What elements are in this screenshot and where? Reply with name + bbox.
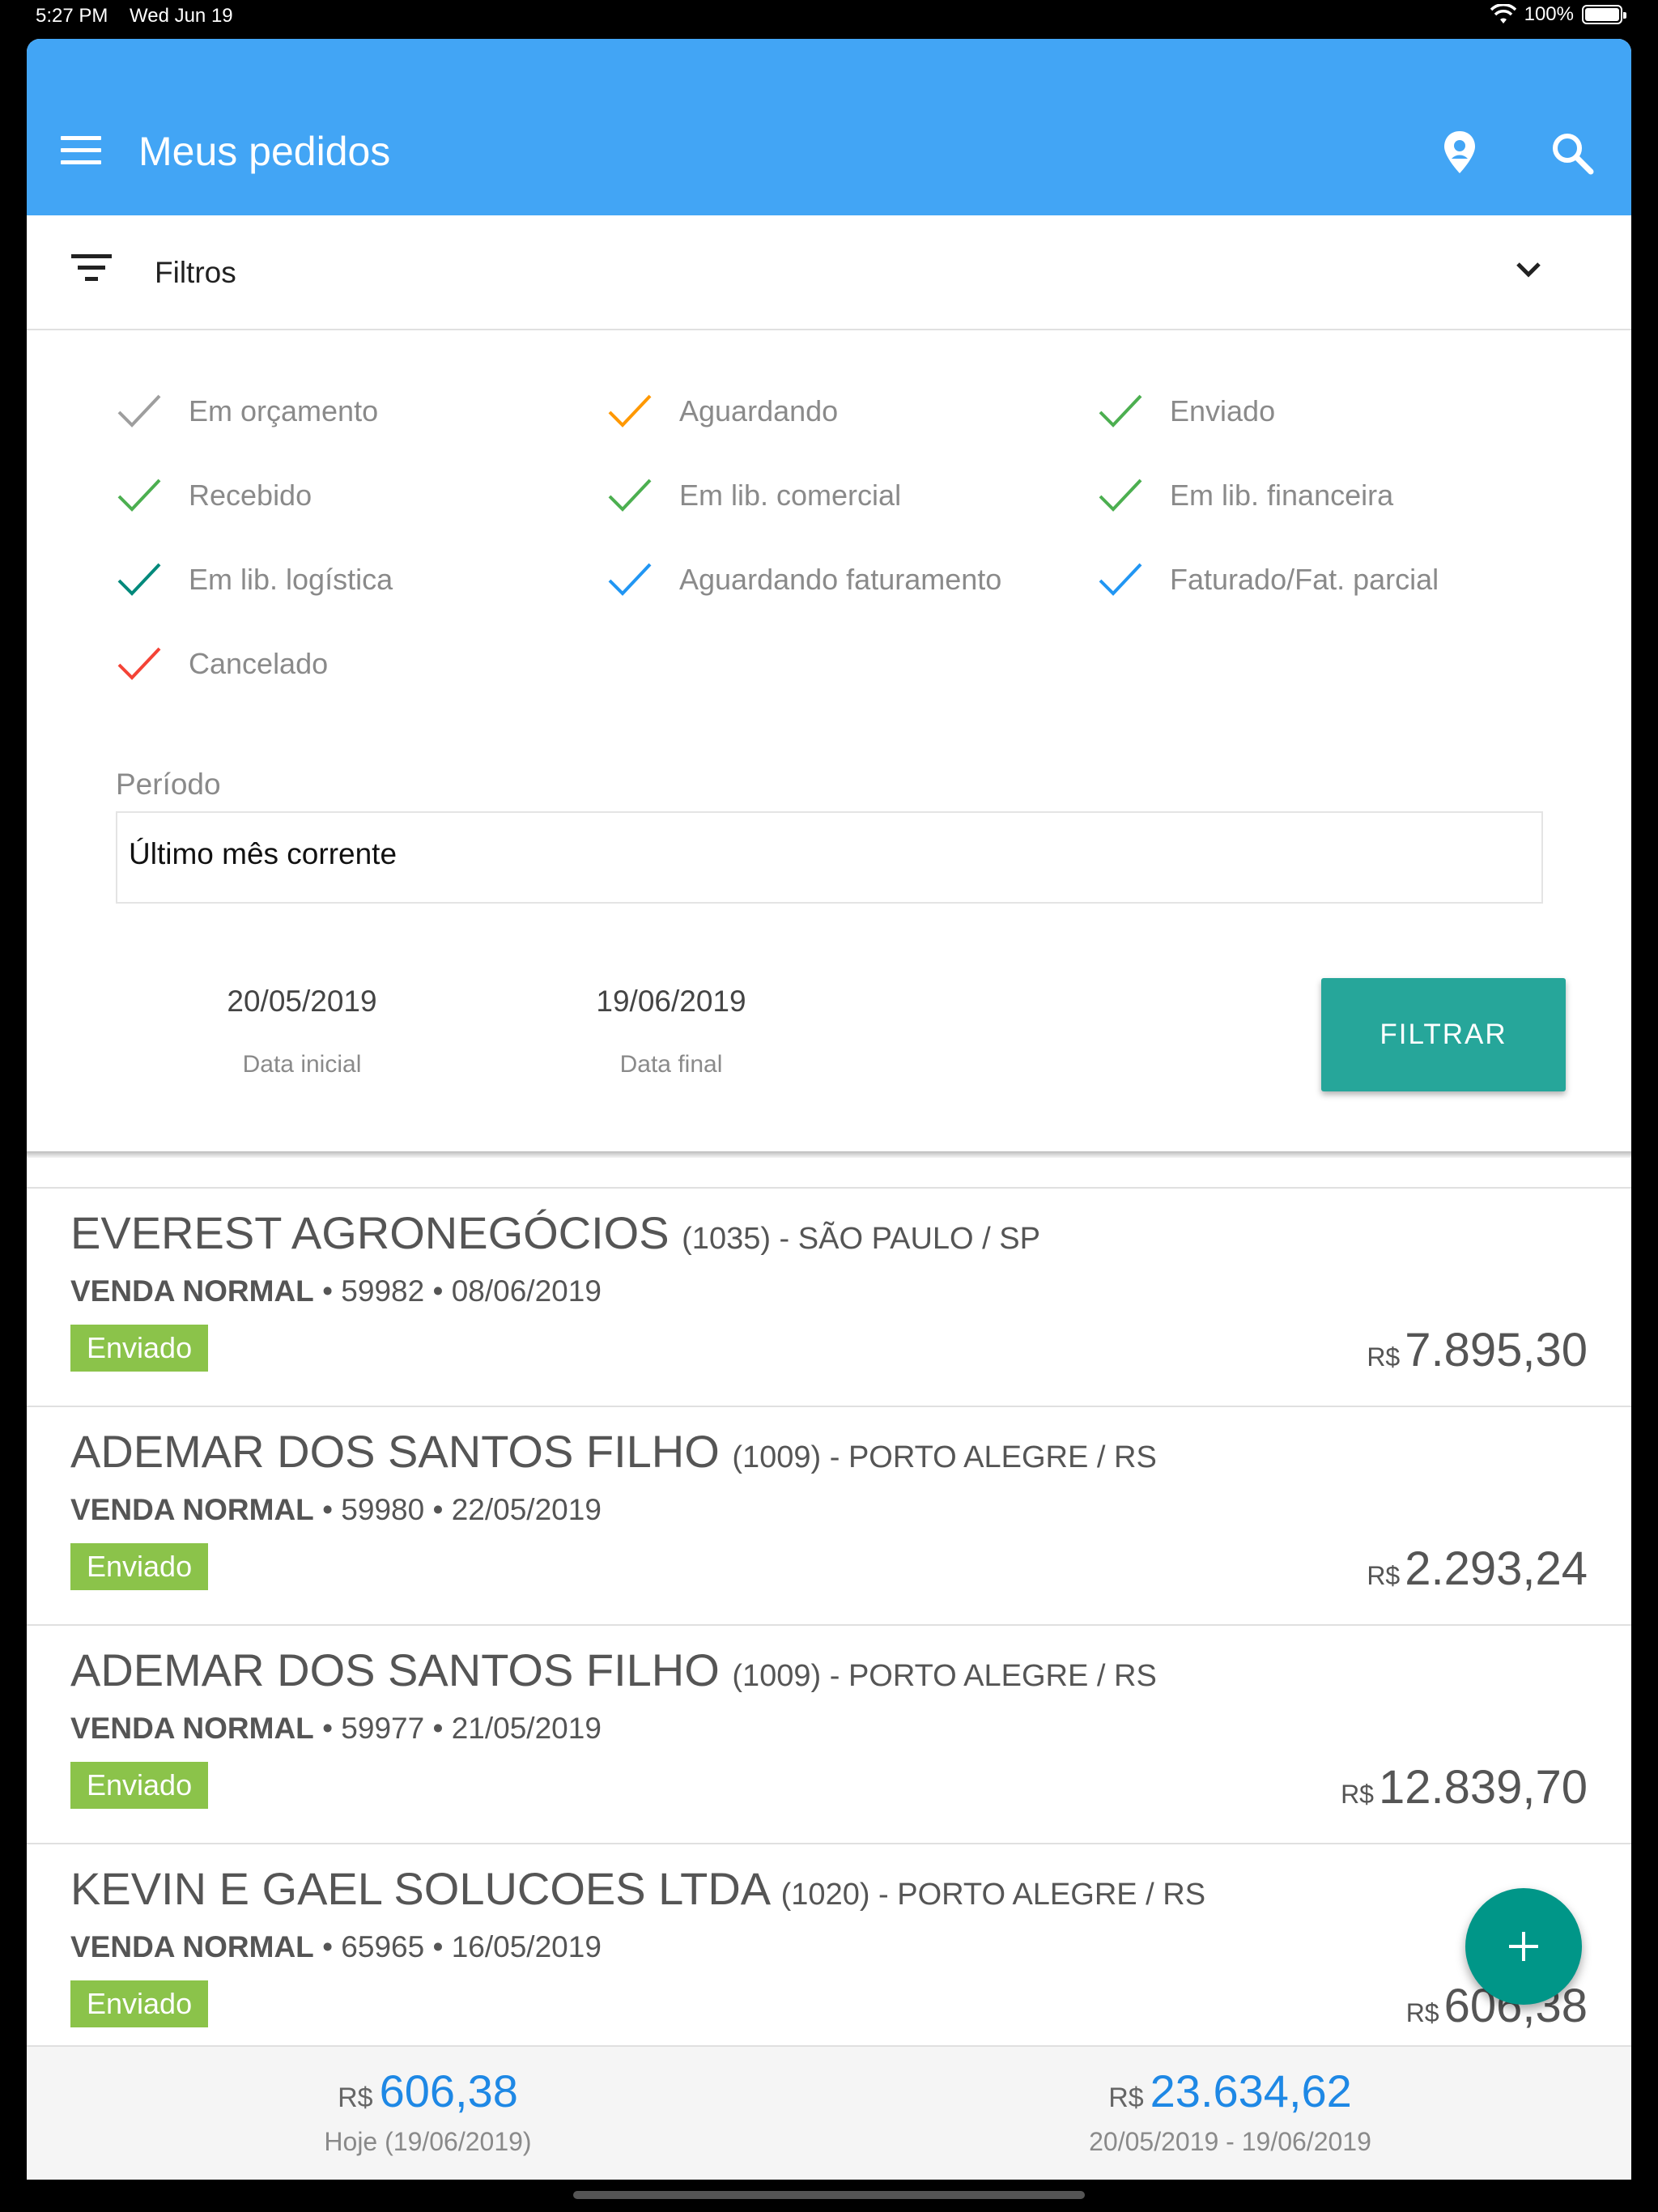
total-today-currency: R$ <box>338 2082 373 2113</box>
order-customer-extra: (1009) - PORTO ALEGRE / RS <box>732 1659 1157 1693</box>
status-filter-label: Enviado <box>1170 394 1276 428</box>
order-customer: ADEMAR DOS SANTOS FILHO (1009) - PORTO A… <box>70 1426 1157 1477</box>
total-today-caption: Hoje (19/06/2019) <box>324 2127 532 2156</box>
status-filter-label: Em orçamento <box>189 394 379 428</box>
start-date-field[interactable]: 20/05/2019 Data inicial <box>181 985 423 1078</box>
order-item[interactable]: KEVIN E GAEL SOLUCOES LTDA (1020) - PORT… <box>27 1843 1631 2061</box>
location-pin-icon[interactable] <box>1435 128 1484 177</box>
battery-icon <box>1582 5 1626 24</box>
filter-icon <box>71 254 112 287</box>
check-icon <box>1099 563 1142 596</box>
status-time: 5:27 PM <box>36 5 108 27</box>
check-icon <box>117 394 161 428</box>
order-amount: R$ 2.293,24 <box>1367 1542 1588 1595</box>
order-customer: EVEREST AGRONEGÓCIOS (1035) - SÃO PAULO … <box>70 1207 1040 1258</box>
status-filter-label: Recebido <box>189 479 312 512</box>
status-filter-item[interactable]: Em lib. financeira <box>1097 471 1393 520</box>
total-period-currency: R$ <box>1108 2082 1144 2113</box>
check-icon <box>117 479 161 512</box>
check-icon <box>117 563 161 596</box>
search-icon[interactable] <box>1549 130 1596 177</box>
battery-percent: 100% <box>1524 3 1574 25</box>
status-bar: 5:27 PM Wed Jun 19 100% <box>0 0 1658 37</box>
status-filter-label: Aguardando <box>679 394 839 428</box>
order-meta: VENDA NORMAL • 59980 • 22/05/2019 <box>70 1493 602 1526</box>
order-amount: R$ 12.839,70 <box>1341 1761 1588 1814</box>
app-bar: Meus pedidos <box>27 39 1631 215</box>
app-window: Meus pedidos Filtros Em orçamento Aguarda… <box>27 39 1631 2180</box>
check-icon <box>1099 394 1142 428</box>
order-customer: ADEMAR DOS SANTOS FILHO (1009) - PORTO A… <box>70 1644 1157 1695</box>
order-customer: KEVIN E GAEL SOLUCOES LTDA (1020) - PORT… <box>70 1863 1206 1914</box>
order-meta: VENDA NORMAL • 65965 • 16/05/2019 <box>70 1930 602 1963</box>
status-filter-label: Cancelado <box>189 647 329 680</box>
status-filter-label: Aguardando faturamento <box>679 563 1002 596</box>
check-icon <box>608 563 652 596</box>
filter-button[interactable]: FILTRAR <box>1321 978 1566 1091</box>
total-today: R$ 606,38 Hoje (19/06/2019) <box>27 2047 829 2157</box>
check-icon <box>117 647 161 680</box>
status-date: Wed Jun 19 <box>130 5 233 27</box>
check-icon <box>608 394 652 428</box>
status-filter-item[interactable]: Faturado/Fat. parcial <box>1097 555 1439 604</box>
order-amount: R$ 7.895,30 <box>1367 1324 1588 1376</box>
status-right: 100% <box>1490 3 1626 26</box>
status-filter-item[interactable]: Recebido <box>116 471 312 520</box>
end-date-field[interactable]: 19/06/2019 Data final <box>550 985 793 1078</box>
status-filter-item[interactable]: Aguardando <box>606 387 838 436</box>
totals-footer: R$ 606,38 Hoje (19/06/2019) R$ 23.634,62 2… <box>27 2045 1631 2180</box>
status-filter-label: Em lib. financeira <box>1170 479 1394 512</box>
total-period: R$ 23.634,62 20/05/2019 - 19/06/2019 <box>829 2047 1631 2157</box>
status-badge: Enviado <box>70 1543 209 1590</box>
end-date-caption: Data final <box>619 1051 723 1078</box>
status-filter-label: Em lib. logística <box>189 563 393 596</box>
status-filter-label: Faturado/Fat. parcial <box>1170 563 1439 596</box>
home-indicator <box>573 2191 1085 2199</box>
check-icon <box>608 479 652 512</box>
order-customer-extra: (1035) - SÃO PAULO / SP <box>682 1222 1040 1256</box>
order-customer-extra: (1009) - PORTO ALEGRE / RS <box>732 1440 1157 1474</box>
order-meta: VENDA NORMAL • 59982 • 08/06/2019 <box>70 1274 602 1308</box>
periodo-label: Período <box>116 768 221 801</box>
chevron-down-icon[interactable] <box>1508 249 1549 290</box>
menu-button[interactable] <box>61 136 101 165</box>
total-today-amount: 606,38 <box>379 2065 518 2116</box>
total-period-caption: 20/05/2019 - 19/06/2019 <box>1089 2127 1371 2156</box>
order-meta: VENDA NORMAL • 59977 • 21/05/2019 <box>70 1712 602 1745</box>
filter-label: Filtros <box>155 256 236 289</box>
status-badge: Enviado <box>70 1325 209 1372</box>
order-customer-extra: (1020) - PORTO ALEGRE / RS <box>780 1878 1206 1912</box>
order-item[interactable]: ADEMAR DOS SANTOS FILHO (1009) - PORTO A… <box>27 1406 1631 1624</box>
status-filter-item[interactable]: Em lib. logística <box>116 555 393 604</box>
page-title: Meus pedidos <box>138 129 391 174</box>
start-date-caption: Data inicial <box>242 1051 362 1078</box>
order-item[interactable]: ADEMAR DOS SANTOS FILHO (1009) - PORTO A… <box>27 1624 1631 1843</box>
status-filter-item[interactable]: Aguardando faturamento <box>606 555 1001 604</box>
wifi-icon <box>1490 4 1516 23</box>
divider <box>27 1151 1631 1158</box>
status-filter-item[interactable]: Enviado <box>1097 387 1275 436</box>
check-icon <box>1099 479 1142 512</box>
status-badge: Enviado <box>70 1980 209 2027</box>
end-date-value: 19/06/2019 <box>596 985 746 1018</box>
status-filter-item[interactable]: Em orçamento <box>116 387 378 436</box>
status-filter-item[interactable]: Em lib. comercial <box>606 471 901 520</box>
periodo-select[interactable]: Último mês corrente <box>116 811 1543 904</box>
add-order-button[interactable] <box>1465 1888 1582 2005</box>
status-filter-item[interactable]: Cancelado <box>116 640 328 688</box>
total-period-amount: 23.634,62 <box>1150 2065 1352 2116</box>
status-badge: Enviado <box>70 1762 209 1809</box>
filter-header[interactable]: Filtros <box>27 215 1631 330</box>
order-item[interactable]: EVEREST AGRONEGÓCIOS (1035) - SÃO PAULO … <box>27 1187 1631 1406</box>
start-date-value: 20/05/2019 <box>227 985 377 1018</box>
status-filter-label: Em lib. comercial <box>679 479 902 512</box>
